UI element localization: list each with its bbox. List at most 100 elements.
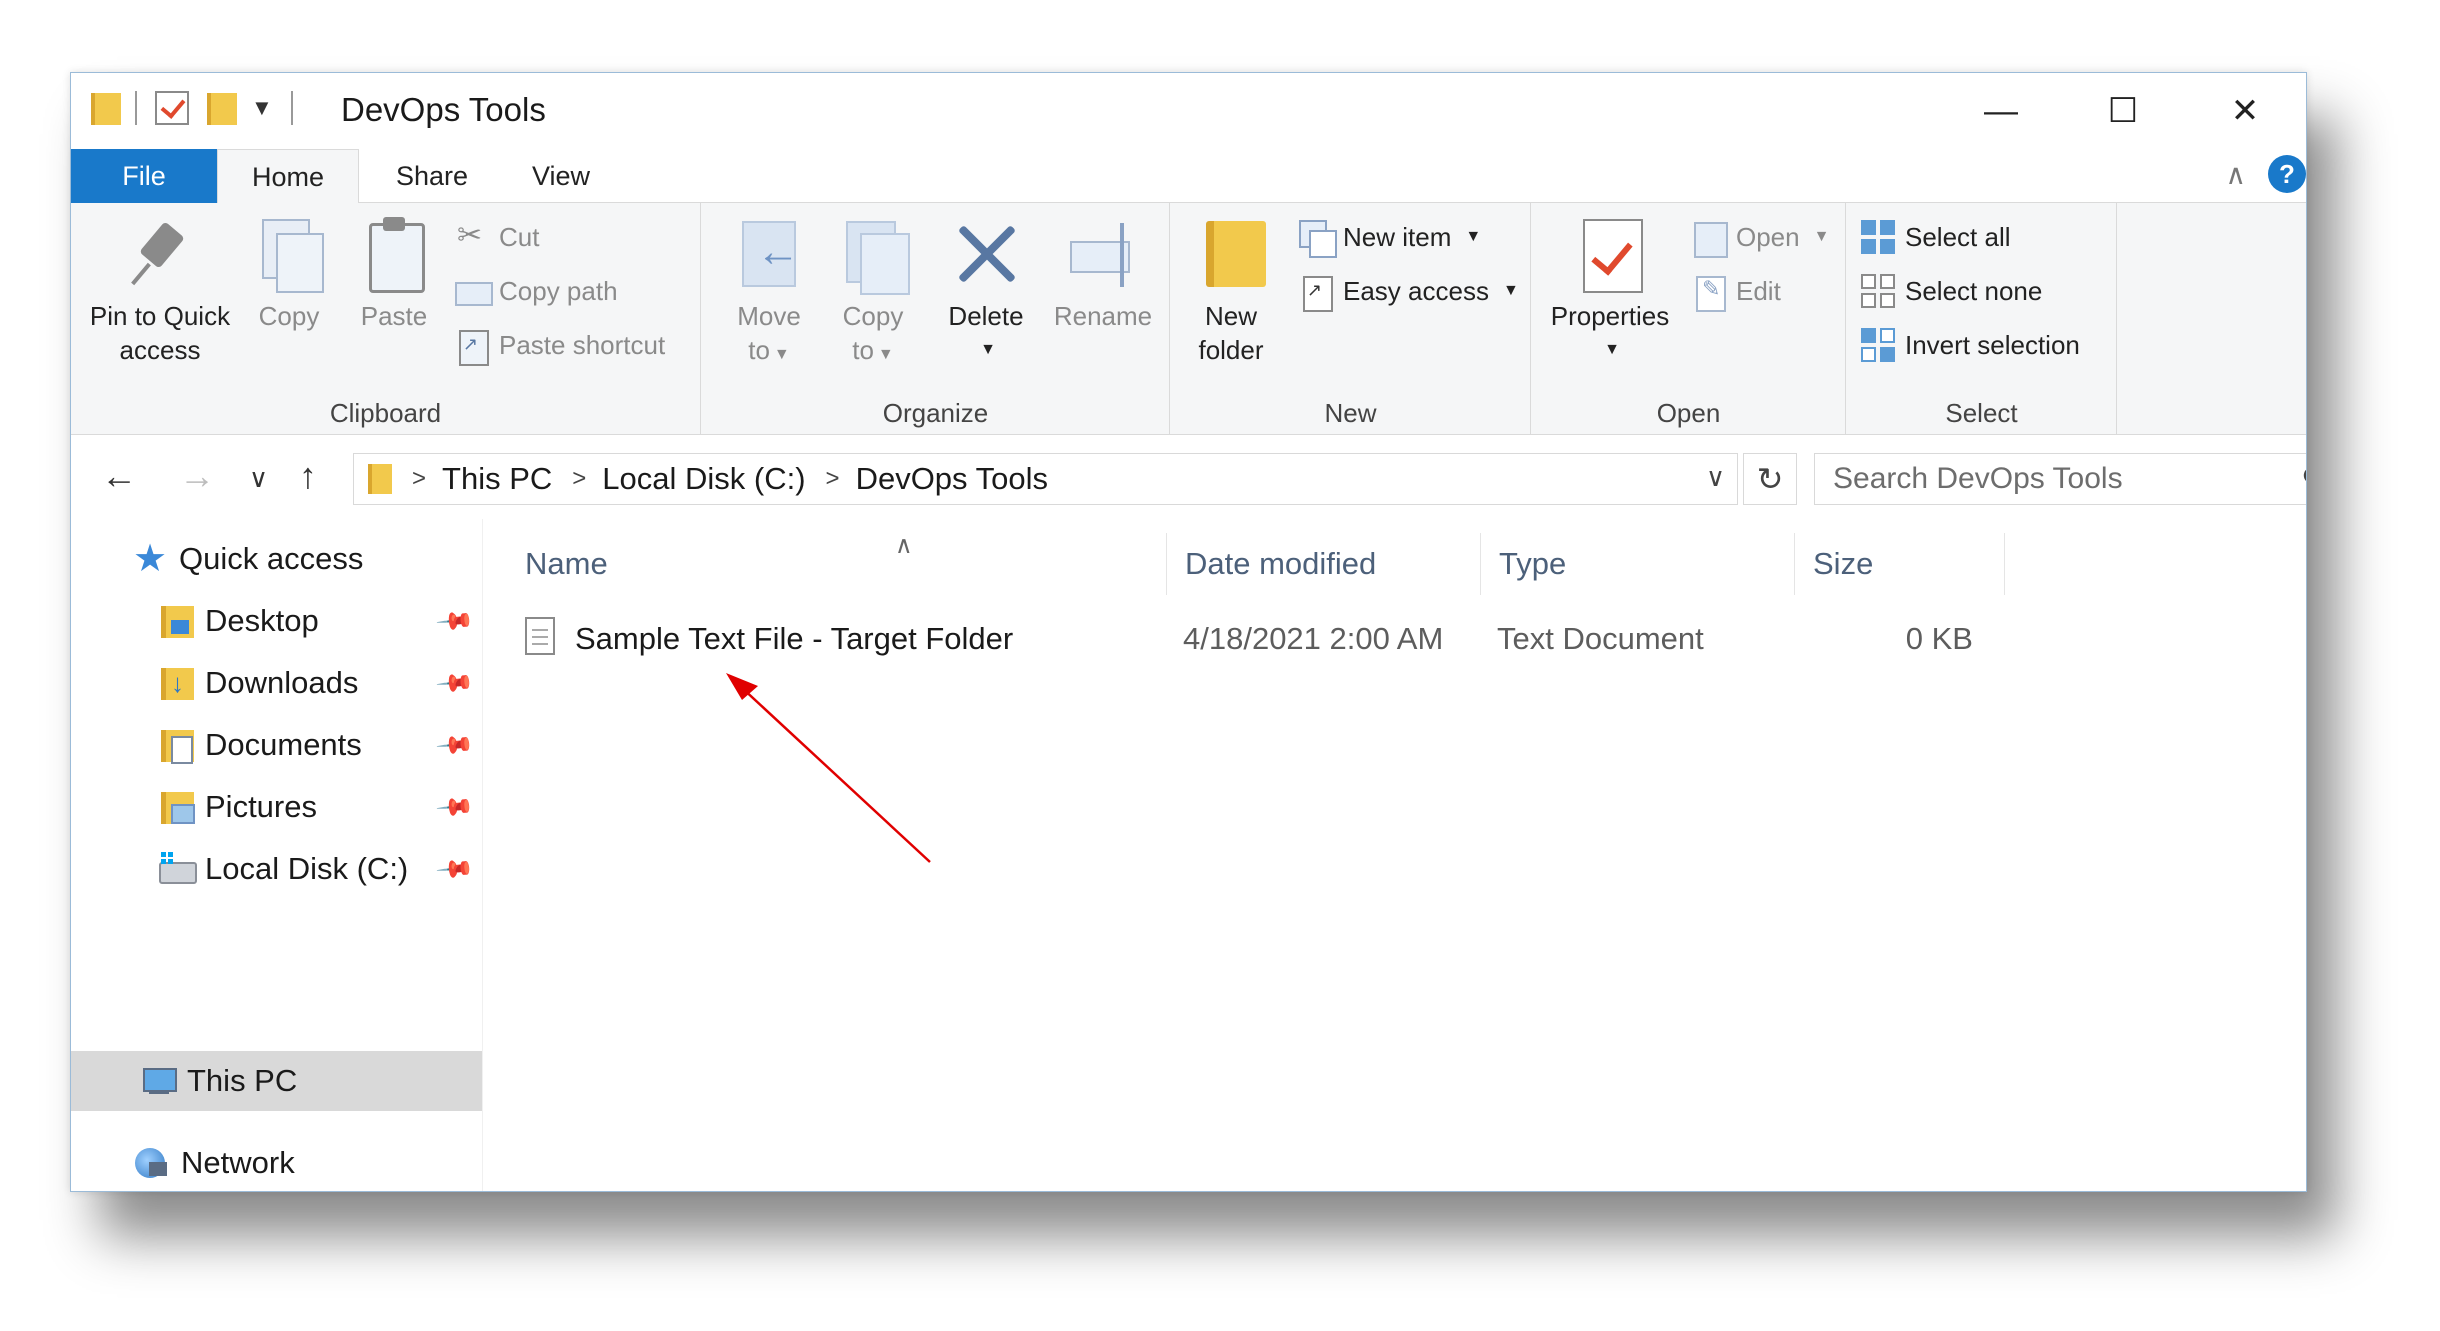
breadcrumb-separator[interactable]: > xyxy=(826,465,840,493)
properties-chevron-down-icon[interactable]: ▼ xyxy=(1604,333,1620,367)
select-all-button[interactable]: Select all xyxy=(1861,217,2011,257)
search-input[interactable] xyxy=(1815,455,2275,503)
address-row: ← → ∨ ↑ > This PC > Local Disk (C:) > De… xyxy=(71,435,2306,519)
nav-item-desktop-label: Desktop xyxy=(205,603,319,638)
nav-item-downloads-label: Downloads xyxy=(205,665,359,700)
open-button[interactable]: Open ▼ xyxy=(1692,217,1829,258)
breadcrumb-devops-tools[interactable]: DevOps Tools xyxy=(856,461,1048,497)
new-item-button[interactable]: New item ▼ xyxy=(1299,217,1482,258)
close-button[interactable]: ✕ xyxy=(2184,73,2306,149)
move-to-button[interactable]: Move to▼ xyxy=(724,217,814,372)
column-header-size[interactable]: Size xyxy=(1795,533,2005,595)
select-group-label: Select xyxy=(1945,398,2018,428)
organize-group-label: Organize xyxy=(882,398,989,428)
column-header-name-label: Name xyxy=(525,546,608,581)
file-list: ∧ Name Date modified Type Size Sample Te… xyxy=(483,519,2306,1191)
tab-home[interactable]: Home xyxy=(217,149,359,204)
file-date-modified: 4/18/2021 2:00 AM xyxy=(1183,621,1444,656)
nav-quick-access[interactable]: Quick access xyxy=(71,529,482,589)
easy-access-icon xyxy=(1299,274,1333,312)
nav-this-pc[interactable]: This PC xyxy=(71,1051,482,1111)
file-name[interactable]: Sample Text File - Target Folder xyxy=(575,621,1013,657)
search-icon[interactable]: ⚲ xyxy=(2301,462,2306,497)
forward-arrow-icon[interactable]: → xyxy=(179,455,215,497)
breadcrumb-this-pc[interactable]: This PC xyxy=(442,461,552,497)
explorer-window: ▼ DevOps Tools — ☐ ✕ File Home Share Vie… xyxy=(70,72,2307,1192)
paste-shortcut-button[interactable]: Paste shortcut xyxy=(455,325,666,366)
nav-network[interactable]: Network xyxy=(71,1133,482,1191)
invert-selection-button[interactable]: Invert selection xyxy=(1861,325,2080,365)
select-none-label: Select none xyxy=(1905,275,2043,306)
copy-to-label-line1: Copy xyxy=(842,301,904,331)
pinned-icon: 📌 xyxy=(434,787,476,827)
search-box[interactable]: ⚲ xyxy=(1814,453,2306,505)
delete-x-icon xyxy=(951,217,1021,291)
new-folder-quick-icon[interactable] xyxy=(207,91,237,125)
quick-access-toolbar: ▼ xyxy=(91,91,293,125)
minimize-ribbon-chevron-up-icon[interactable]: ∧ xyxy=(2226,158,2247,191)
new-item-chevron-down-icon: ▼ xyxy=(1465,228,1482,245)
column-header-date-modified[interactable]: Date modified xyxy=(1167,533,1481,595)
minimize-button[interactable]: — xyxy=(1940,73,2062,149)
copy-path-button[interactable]: Copy path xyxy=(455,271,618,311)
pin-label-line2: access xyxy=(119,335,201,365)
nav-network-label: Network xyxy=(181,1145,295,1180)
delete-button[interactable]: Delete ▼ xyxy=(936,217,1036,367)
invert-selection-icon xyxy=(1861,328,1895,362)
nav-item-pictures[interactable]: Pictures 📌 xyxy=(71,777,482,837)
cut-button[interactable]: Cut xyxy=(455,217,539,257)
copy-button[interactable]: Copy xyxy=(249,217,329,333)
nav-this-pc-label: This PC xyxy=(187,1063,298,1098)
tab-share[interactable]: Share xyxy=(377,149,487,203)
new-folder-icon xyxy=(1196,217,1266,291)
edit-button[interactable]: Edit xyxy=(1692,271,1781,312)
window-title: DevOps Tools xyxy=(341,91,546,128)
easy-access-button[interactable]: Easy access ▼ xyxy=(1299,271,1519,312)
pin-label-line1: Pin to Quick xyxy=(89,301,231,331)
tab-view[interactable]: View xyxy=(511,149,611,203)
address-bar[interactable]: > This PC > Local Disk (C:) > DevOps Too… xyxy=(353,453,1738,505)
nav-item-desktop[interactable]: Desktop 📌 xyxy=(71,591,482,651)
back-arrow-icon[interactable]: ← xyxy=(101,455,137,497)
open-icon xyxy=(1692,220,1728,258)
maximize-button[interactable]: ☐ xyxy=(2062,73,2184,149)
customize-toolbar-chevron-down-icon[interactable]: ▼ xyxy=(251,95,273,121)
table-row[interactable]: Sample Text File - Target Folder 4/18/20… xyxy=(483,611,2083,667)
column-header-name[interactable]: ∧ Name xyxy=(507,532,1167,595)
quick-access-star-icon xyxy=(133,536,167,581)
tab-file[interactable]: File xyxy=(71,149,217,203)
copy-to-button[interactable]: Copy to ▼ xyxy=(828,217,918,372)
nav-item-documents[interactable]: Documents 📌 xyxy=(71,715,482,775)
file-size: 0 KB xyxy=(1905,621,1973,656)
nav-item-local-disk[interactable]: Local Disk (C:) 📌 xyxy=(71,839,482,899)
paste-button[interactable]: Paste xyxy=(353,217,435,333)
sort-ascending-chevron-up-icon: ∧ xyxy=(895,532,913,559)
breadcrumb-local-disk[interactable]: Local Disk (C:) xyxy=(602,461,805,497)
properties-quick-icon[interactable] xyxy=(155,91,189,125)
pin-to-quick-access-button[interactable]: Pin to Quick access xyxy=(85,217,235,367)
address-history-chevron-down-icon[interactable]: ∨ xyxy=(1706,462,1725,493)
new-folder-button[interactable]: New folder xyxy=(1183,217,1279,367)
up-arrow-icon[interactable]: ↑ xyxy=(299,455,317,497)
copy-to-chevron-down-icon: ▼ xyxy=(877,346,894,363)
breadcrumb-separator[interactable]: > xyxy=(572,465,586,493)
toolbar-separator xyxy=(290,91,293,125)
select-none-icon xyxy=(1861,274,1895,308)
column-header-type[interactable]: Type xyxy=(1481,533,1795,595)
move-to-icon xyxy=(734,217,804,291)
new-folder-label-line2: folder xyxy=(1198,335,1264,365)
refresh-icon[interactable]: ↻ xyxy=(1743,453,1797,505)
help-icon[interactable]: ? xyxy=(2268,155,2306,193)
rename-button[interactable]: Rename xyxy=(1048,217,1158,333)
easy-access-chevron-down-icon: ▼ xyxy=(1502,282,1519,299)
paste-shortcut-label: Paste shortcut xyxy=(499,329,666,360)
select-none-button[interactable]: Select none xyxy=(1861,271,2042,311)
clipboard-group: Pin to Quick access Copy Paste Cut Copy … xyxy=(71,203,701,435)
breadcrumb-separator[interactable]: > xyxy=(412,465,426,493)
nav-item-downloads[interactable]: Downloads 📌 xyxy=(71,653,482,713)
paste-label: Paste xyxy=(360,301,428,331)
delete-chevron-down-icon[interactable]: ▼ xyxy=(980,333,996,367)
properties-button[interactable]: Properties ▼ xyxy=(1540,217,1680,367)
recent-locations-chevron-down-icon[interactable]: ∨ xyxy=(249,463,268,494)
file-type: Text Document xyxy=(1497,621,1704,656)
